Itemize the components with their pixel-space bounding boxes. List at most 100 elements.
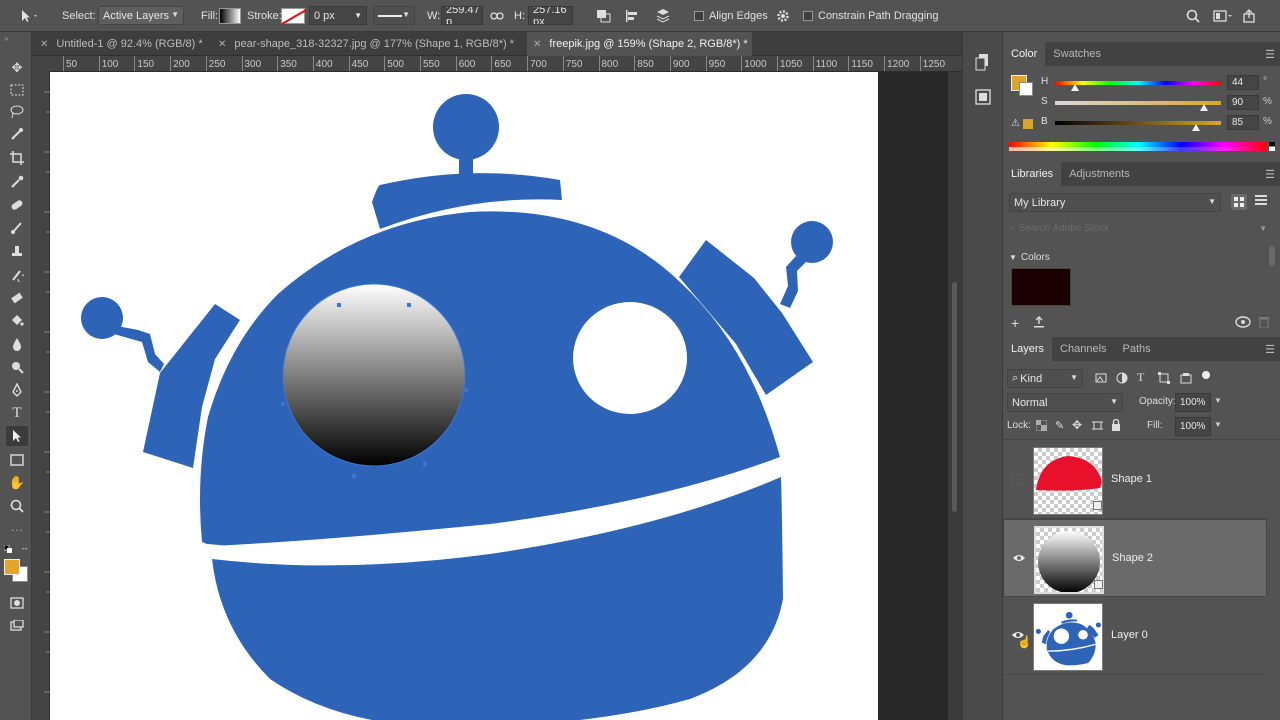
add-icon[interactable]: +: [1011, 315, 1019, 331]
brush-tool-icon[interactable]: [6, 218, 28, 238]
height-field[interactable]: 257.16 px: [528, 6, 573, 25]
path-arrangement-icon[interactable]: [654, 0, 672, 32]
stroke-swatch[interactable]: [281, 0, 307, 32]
brightness-value-field[interactable]: 85: [1227, 115, 1259, 130]
stroke-width-field[interactable]: 0 px ▼: [309, 6, 367, 25]
dodge-tool-icon[interactable]: [6, 357, 28, 377]
hand-tool-icon[interactable]: ✋: [6, 473, 28, 493]
stroke-type-dropdown[interactable]: ▼: [373, 6, 415, 25]
paint-bucket-tool-icon[interactable]: [6, 311, 28, 331]
path-alignment-icon[interactable]: [624, 0, 640, 32]
tab-paths[interactable]: Paths: [1115, 337, 1159, 361]
document-canvas[interactable]: [50, 72, 878, 720]
saturation-slider[interactable]: S 90 %: [1041, 95, 1275, 111]
history-brush-tool-icon[interactable]: [6, 265, 28, 285]
share-icon[interactable]: [1242, 0, 1256, 32]
path-selection-tool-icon[interactable]: [18, 0, 40, 32]
crop-tool-icon[interactable]: [6, 148, 28, 168]
eye-icon[interactable]: [1012, 552, 1026, 564]
tab-freepik[interactable]: ✕ freepik.jpg @ 159% (Shape 2, RGB/8*) *: [527, 32, 752, 56]
black-white-swatch[interactable]: [1269, 142, 1275, 151]
eraser-tool-icon[interactable]: [6, 288, 28, 308]
library-dropdown[interactable]: My Library ▼: [1009, 193, 1221, 212]
workspace-icon[interactable]: [1213, 0, 1233, 32]
hue-track[interactable]: [1055, 81, 1221, 85]
constrain-path-checkbox[interactable]: Constrain Path Dragging: [803, 0, 938, 32]
upload-icon[interactable]: [1033, 316, 1045, 331]
gamut-swatch[interactable]: [1023, 119, 1033, 129]
shape-2-gradient-eye[interactable]: [282, 283, 466, 467]
more-tools-icon[interactable]: ···: [6, 519, 28, 539]
saturation-value-field[interactable]: 90: [1227, 95, 1259, 110]
layer-row-shape-1[interactable]: Shape 1: [1003, 441, 1267, 519]
tab-color[interactable]: Color: [1003, 42, 1046, 66]
path-operations-icon[interactable]: [596, 0, 612, 32]
tab-libraries[interactable]: Libraries: [1003, 162, 1062, 186]
opacity-field[interactable]: 100%: [1175, 393, 1211, 412]
hue-slider[interactable]: H 44 °: [1041, 75, 1275, 91]
marquee-tool-icon[interactable]: [6, 80, 28, 100]
vertical-scrollbar[interactable]: [948, 72, 962, 720]
path-selection-tool-icon[interactable]: [6, 426, 28, 446]
lasso-tool-icon[interactable]: [6, 102, 28, 122]
tab-swatches[interactable]: Swatches: [1045, 42, 1109, 66]
tab-channels[interactable]: Channels: [1052, 337, 1114, 361]
quick-selection-tool-icon[interactable]: [6, 124, 28, 144]
filter-shape-icon[interactable]: [1158, 372, 1170, 387]
chevron-down-icon[interactable]: ▼: [1214, 396, 1222, 405]
tab-adjustments[interactable]: Adjustments: [1061, 162, 1138, 186]
collapse-icon[interactable]: »: [4, 34, 8, 43]
tab-untitled-1[interactable]: ✕ Untitled-1 @ 92.4% (RGB/8) *: [40, 32, 218, 56]
close-icon[interactable]: ✕: [40, 39, 48, 50]
filter-toggle-icon[interactable]: [1202, 371, 1210, 379]
hue-value-field[interactable]: 44: [1227, 75, 1259, 90]
filter-smart-object-icon[interactable]: [1180, 372, 1192, 387]
foreground-color-swatch[interactable]: [4, 559, 20, 575]
lock-all-icon[interactable]: [1111, 418, 1121, 434]
layer-name[interactable]: Shape 2: [1112, 552, 1153, 564]
layer-name[interactable]: Shape 1: [1111, 473, 1152, 485]
filter-adjustment-icon[interactable]: [1116, 372, 1128, 387]
colors-section-header[interactable]: ▼ Colors: [1009, 252, 1050, 263]
select-dropdown[interactable]: Active Layers ▼: [98, 6, 184, 25]
visibility-toggle-off[interactable]: [1011, 474, 1023, 484]
quick-mask-icon[interactable]: [6, 593, 28, 613]
filter-type-icon[interactable]: T: [1137, 370, 1144, 385]
move-tool-icon[interactable]: ✥: [6, 58, 28, 78]
tab-pear-shape[interactable]: ✕ pear-shape_318-32327.jpg @ 177% (Shape …: [218, 32, 522, 56]
canvas-area[interactable]: [50, 72, 962, 720]
panel-menu-icon[interactable]: ☰: [1265, 168, 1275, 181]
blur-tool-icon[interactable]: [6, 334, 28, 354]
close-icon[interactable]: ✕: [533, 39, 541, 50]
lock-pixels-icon[interactable]: ✎: [1055, 419, 1064, 432]
lock-position-icon[interactable]: ✥: [1072, 418, 1082, 432]
history-panel-icon[interactable]: [975, 54, 991, 75]
creative-cloud-icon[interactable]: [1235, 316, 1251, 331]
healing-brush-tool-icon[interactable]: [6, 195, 28, 215]
zoom-tool-icon[interactable]: [6, 496, 28, 516]
align-edges-checkbox[interactable]: Align Edges: [694, 0, 768, 32]
brightness-slider[interactable]: B 85 %: [1041, 115, 1275, 131]
chevron-down-icon[interactable]: ▼: [1214, 420, 1222, 429]
brightness-knob[interactable]: [1192, 124, 1201, 131]
library-color-swatch[interactable]: [1011, 268, 1071, 306]
rectangle-tool-icon[interactable]: [6, 450, 28, 470]
panel-menu-icon[interactable]: ☰: [1265, 48, 1275, 61]
filter-pixel-icon[interactable]: [1095, 372, 1107, 387]
width-field[interactable]: 259.47 p: [441, 6, 483, 25]
swap-colors-icon[interactable]: ↔: [20, 542, 29, 552]
scrollbar-thumb[interactable]: [952, 282, 957, 512]
layer-name[interactable]: Layer 0: [1111, 629, 1148, 641]
screen-mode-icon[interactable]: [6, 616, 28, 636]
link-icon[interactable]: [490, 0, 504, 32]
fill-field[interactable]: 100%: [1175, 417, 1211, 436]
gear-icon[interactable]: [776, 0, 790, 32]
type-tool-icon[interactable]: T: [6, 403, 28, 423]
properties-panel-icon[interactable]: [975, 88, 991, 109]
saturation-knob[interactable]: [1200, 104, 1209, 111]
list-view-icon[interactable]: [1255, 194, 1267, 209]
eyedropper-tool-icon[interactable]: [6, 172, 28, 192]
saturation-track[interactable]: [1055, 101, 1221, 105]
hue-knob[interactable]: [1070, 84, 1079, 91]
layer-row-shape-2[interactable]: Shape 2: [1003, 519, 1267, 597]
